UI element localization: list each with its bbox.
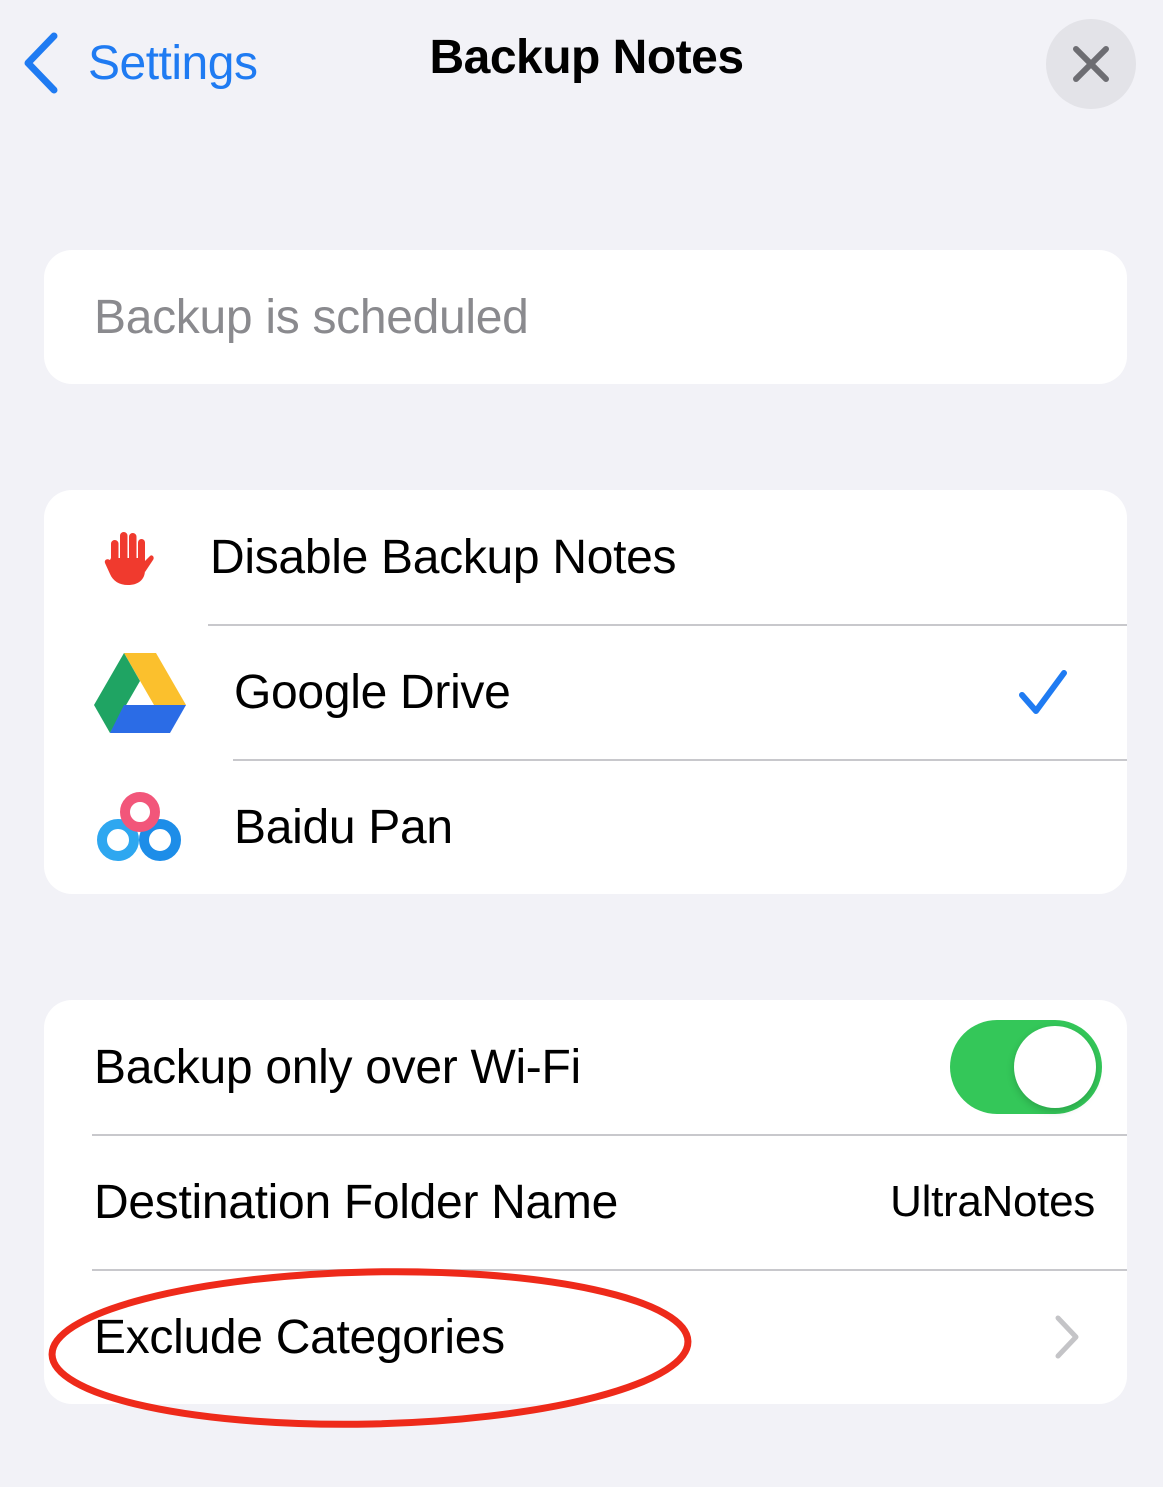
wifi-only-toggle[interactable]	[950, 1020, 1102, 1114]
exclude-categories-label: Exclude Categories	[94, 1310, 505, 1364]
wifi-only-row: Backup only over Wi-Fi	[44, 1000, 1127, 1134]
baidu-pan-icon	[97, 792, 181, 861]
provider-label-disable: Disable Backup Notes	[210, 530, 677, 584]
provider-row-baidu-pan[interactable]: Baidu Pan	[44, 760, 1127, 894]
exclude-categories-row[interactable]: Exclude Categories	[44, 1270, 1127, 1404]
toggle-knob	[1014, 1026, 1096, 1108]
provider-row-google-drive[interactable]: Google Drive	[44, 625, 1127, 759]
close-button[interactable]	[1046, 19, 1136, 109]
backup-notes-screen: Settings Backup Notes Backup is schedule…	[0, 0, 1163, 1487]
destination-folder-value: UltraNotes	[890, 1177, 1095, 1226]
backup-provider-list: Disable Backup Notes Google Drive Baidu …	[44, 490, 1127, 894]
provider-label-google-drive: Google Drive	[234, 665, 511, 719]
provider-row-disable[interactable]: Disable Backup Notes	[44, 490, 1127, 624]
destination-folder-label: Destination Folder Name	[94, 1175, 619, 1229]
close-icon	[1073, 46, 1109, 82]
page-title: Backup Notes	[429, 31, 744, 84]
provider-label-baidu-pan: Baidu Pan	[234, 800, 453, 854]
destination-folder-row[interactable]: Destination Folder Name UltraNotes	[44, 1135, 1127, 1269]
checkmark-icon	[1019, 670, 1067, 714]
google-drive-icon	[94, 653, 186, 733]
wifi-only-label: Backup only over Wi-Fi	[94, 1040, 581, 1094]
backup-status-card: Backup is scheduled	[44, 250, 1127, 384]
backup-options-list: Backup only over Wi-Fi Destination Folde…	[44, 1000, 1127, 1404]
chevron-right-icon	[1055, 1315, 1079, 1359]
backup-status-text: Backup is scheduled	[94, 290, 529, 344]
raised-hand-icon	[104, 532, 154, 585]
